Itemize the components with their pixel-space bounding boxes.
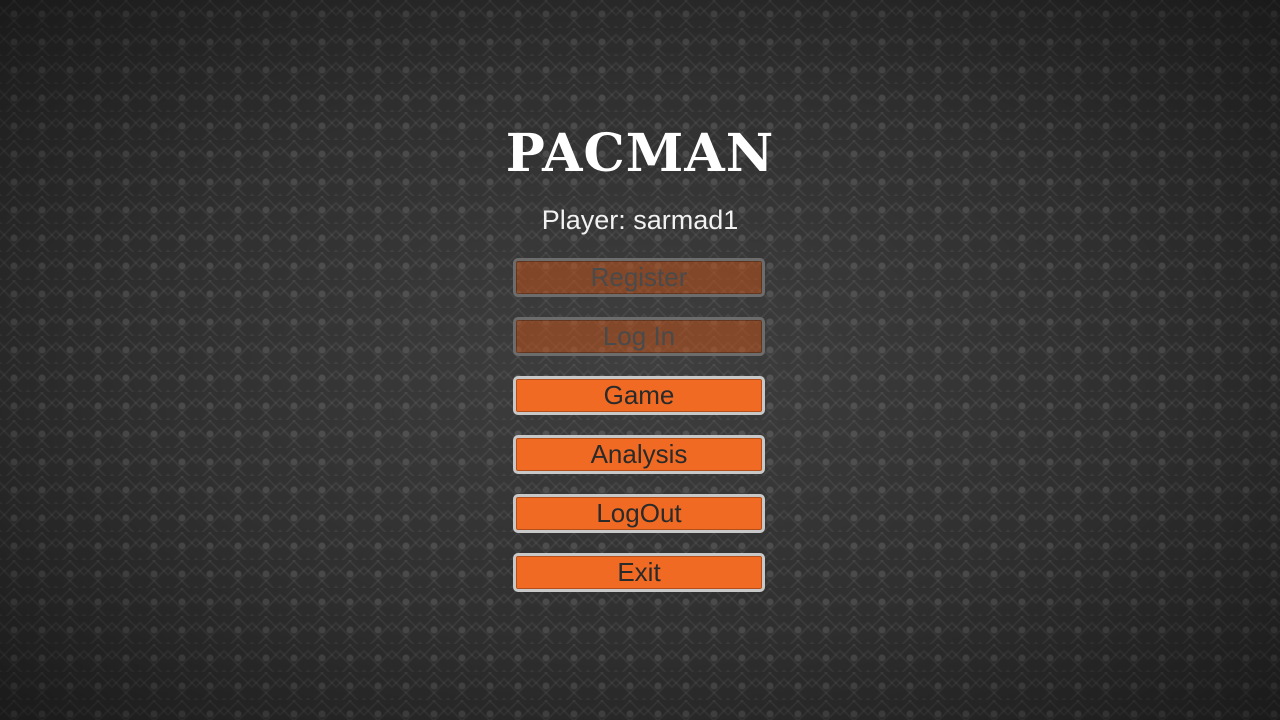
game-button[interactable]: Game (513, 376, 765, 415)
register-button[interactable]: Register (513, 258, 765, 297)
game-title: PACMAN (505, 123, 775, 184)
logout-button[interactable]: LogOut (513, 494, 765, 533)
exit-button[interactable]: Exit (513, 553, 765, 592)
player-label: Player: sarmad1 (541, 205, 739, 235)
login-button[interactable]: Log In (513, 317, 765, 356)
analysis-button[interactable]: Analysis (513, 435, 765, 474)
main-menu: PACMAN Player: sarmad1 Register Log In G… (0, 0, 1280, 720)
